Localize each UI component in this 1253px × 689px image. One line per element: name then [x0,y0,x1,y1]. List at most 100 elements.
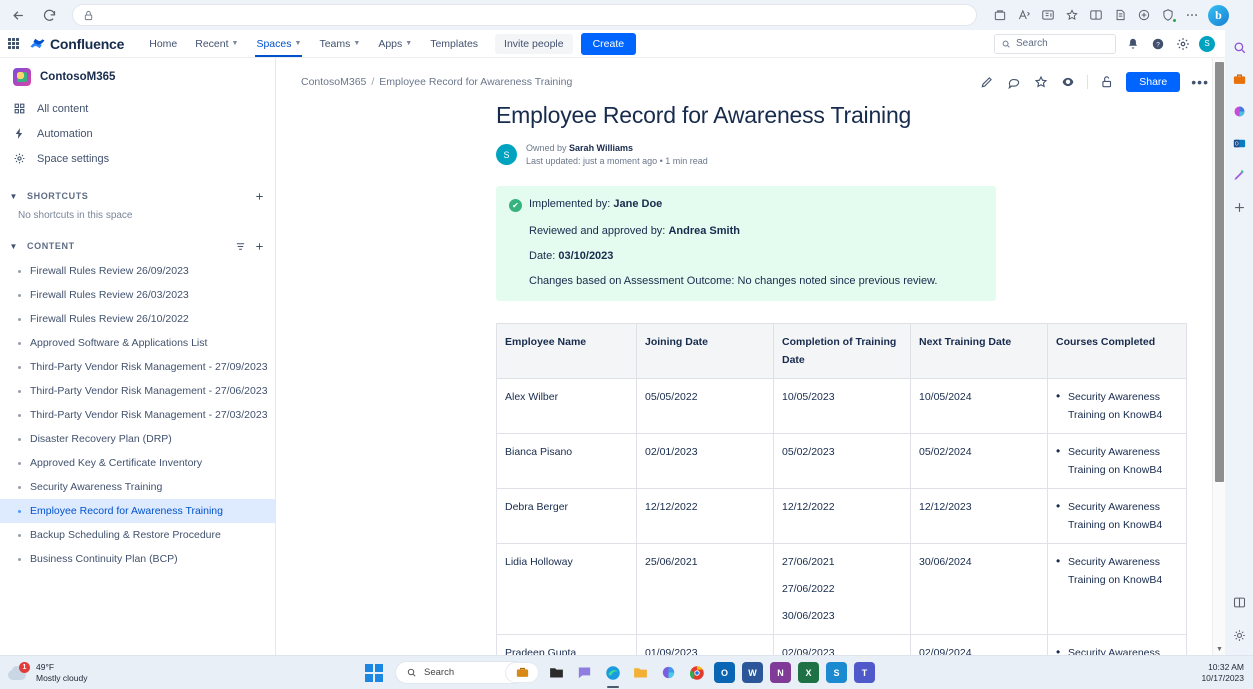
office-icon[interactable] [1230,102,1249,121]
edit-pencil-icon[interactable] [979,74,995,90]
tools-briefcase-icon[interactable] [1230,70,1249,89]
space-header[interactable]: ContosoM365 [0,58,275,96]
chevron-down-icon: ▼ [405,40,412,47]
app-switcher-icon[interactable] [8,38,20,49]
skype-icon[interactable]: S [826,662,847,683]
comment-icon[interactable] [1006,74,1022,90]
address-bar[interactable] [72,4,977,26]
confluence-logo[interactable]: Confluence [30,36,124,52]
cell-next-training-date: 05/02/2024 [911,434,1048,489]
star-icon[interactable] [1033,74,1049,90]
tree-item-approved-software[interactable]: Approved Software & Applications List [0,331,275,355]
chat-icon[interactable] [574,662,595,683]
tree-item-security-awareness-training[interactable]: Security Awareness Training [0,475,275,499]
invite-people-button[interactable]: Invite people [495,34,573,54]
search-input[interactable]: Search [994,34,1116,54]
scroll-down-arrow-icon[interactable]: ▼ [1216,646,1223,653]
tree-item-employee-record-awareness-training[interactable]: Employee Record for Awareness Training [0,499,275,523]
tree-item-firewall-26-03-2023[interactable]: Firewall Rules Review 26/03/2023 [0,283,275,307]
edge-icon[interactable] [602,662,623,683]
start-button-icon[interactable] [365,664,383,682]
lightning-icon [13,127,26,140]
shortcuts-section-header[interactable]: ▼ SHORTCUTS [0,183,275,209]
briefcase-icon[interactable] [505,662,539,683]
word-icon[interactable]: W [742,662,763,683]
scrollbar-thumb[interactable] [1215,62,1224,482]
content-section-header[interactable]: ▼ CONTENT [0,233,275,259]
tree-item-backup-scheduling[interactable]: Backup Scheduling & Restore Procedure [0,523,275,547]
read-time: 1 min read [665,156,708,166]
settings-more-icon[interactable] [1181,4,1203,26]
onenote-icon[interactable]: N [770,662,791,683]
more-actions-icon[interactable]: ••• [1191,78,1209,86]
breadcrumb-space[interactable]: ContosoM365 [301,76,366,88]
sidebar-item-all-content[interactable]: All content [0,96,275,121]
copilot-shield-icon[interactable] [1157,4,1179,26]
favorites-bar-icon[interactable] [1109,4,1131,26]
help-icon[interactable]: ? [1149,35,1166,52]
teams-icon[interactable]: T [854,662,875,683]
copilot-bing-icon[interactable]: b [1208,5,1229,26]
add-page-icon[interactable] [254,241,265,252]
search-icon [406,667,417,678]
file-explorer-icon[interactable] [630,662,651,683]
reload-icon[interactable] [36,2,62,28]
notifications-bell-icon[interactable] [1124,35,1141,52]
weather-widget[interactable]: 1 49°F Mostly cloudy [0,662,88,684]
chrome-icon[interactable] [686,662,707,683]
nav-item-apps[interactable]: Apps▼ [369,30,421,57]
tree-item-vendor-risk-27-06-2023[interactable]: Third-Party Vendor Risk Management - 27/… [0,379,275,403]
excel-icon[interactable]: X [798,662,819,683]
onedrive-icon[interactable] [658,662,679,683]
tree-item-vendor-risk-27-03-2023[interactable]: Third-Party Vendor Risk Management - 27/… [0,403,275,427]
back-arrow-icon[interactable] [5,2,31,28]
browser-essentials-icon[interactable] [1133,4,1155,26]
share-button[interactable]: Share [1126,72,1180,92]
nav-item-teams[interactable]: Teams▼ [310,30,369,57]
outlook-icon[interactable]: O [1230,134,1249,153]
breadcrumb-page[interactable]: Employee Record for Awareness Training [379,76,572,88]
tree-item-key-certificate-inventory[interactable]: Approved Key & Certificate Inventory [0,451,275,475]
create-button[interactable]: Create [581,33,637,55]
tree-item-business-continuity-plan[interactable]: Business Continuity Plan (BCP) [0,547,275,571]
outlook-icon[interactable]: O [714,662,735,683]
restrictions-lock-icon[interactable] [1099,74,1115,90]
tree-item-firewall-26-10-2022[interactable]: Firewall Rules Review 26/10/2022 [0,307,275,331]
bullet-icon [18,486,21,489]
user-avatar[interactable]: S [1199,36,1215,52]
weather-temperature: 49°F [36,662,88,673]
designer-icon[interactable] [1230,166,1249,185]
add-icon[interactable] [1230,198,1249,217]
filter-icon[interactable] [235,241,246,252]
read-aloud-icon[interactable] [1013,4,1035,26]
watch-eye-icon[interactable] [1060,74,1076,90]
settings-gear-icon[interactable] [1174,35,1191,52]
nav-item-templates[interactable]: Templates [421,30,487,57]
nav-item-home[interactable]: Home [140,30,186,57]
immersive-reader-icon[interactable] [1037,4,1059,26]
chevron-down-icon[interactable]: ▼ [6,189,21,204]
avatar[interactable]: S [496,144,517,165]
tree-item-vendor-risk-27-09-2023[interactable]: Third-Party Vendor Risk Management - 27/… [0,355,275,379]
page-scrollbar[interactable]: ▼ [1212,58,1225,655]
collections-icon[interactable] [989,4,1011,26]
nav-item-recent[interactable]: Recent▼ [186,30,247,57]
sidebar-item-automation[interactable]: Automation [0,121,275,146]
favorite-star-icon[interactable] [1061,4,1083,26]
taskbar-clock[interactable]: 10:32 AM 10/17/2023 [1201,662,1253,684]
courses-list: Security Awareness Training on KnowB4 [1056,553,1177,589]
settings-gear-icon[interactable] [1230,626,1249,645]
tree-item-label: Security Awareness Training [30,481,162,493]
tree-item-disaster-recovery-plan[interactable]: Disaster Recovery Plan (DRP) [0,427,275,451]
owner-name[interactable]: Sarah Williams [569,143,633,153]
sidebar-item-space-settings[interactable]: Space settings [0,146,275,171]
search-icon[interactable] [1230,38,1249,57]
split-screen-icon[interactable] [1085,4,1107,26]
column-header-next-training-date: Next Training Date [911,324,1048,379]
nav-item-spaces[interactable]: Spaces▼ [247,30,310,57]
tree-item-firewall-26-09-2023[interactable]: Firewall Rules Review 26/09/2023 [0,259,275,283]
split-pane-icon[interactable] [1230,593,1249,612]
file-explorer-dark-icon[interactable] [546,662,567,683]
chevron-down-icon[interactable]: ▼ [6,239,21,254]
add-shortcut-icon[interactable] [254,191,265,202]
